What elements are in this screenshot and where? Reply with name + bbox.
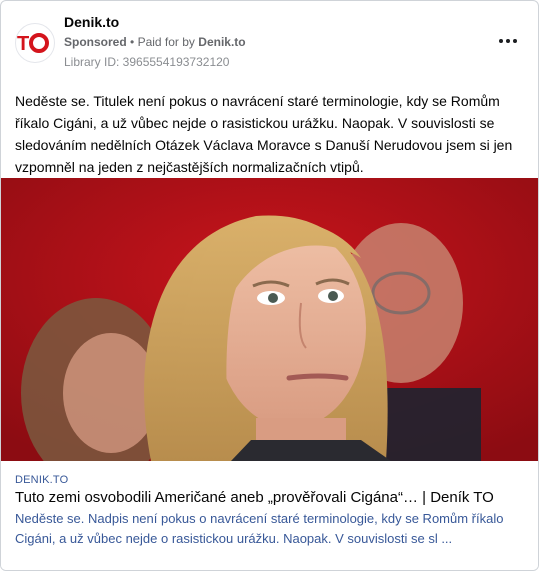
library-id: Library ID: 3965554193732120 <box>64 55 230 69</box>
ad-card: T Denik.to Sponsored • Paid for by Denik… <box>0 0 539 571</box>
link-description[interactable]: Neděste se. Nadpis není pokus o navrácen… <box>15 509 527 549</box>
paid-for-prefix: Paid for by <box>137 35 195 49</box>
separator-dot: • <box>130 35 135 49</box>
more-horizontal-icon <box>499 39 503 43</box>
page-avatar[interactable]: T <box>15 23 55 63</box>
link-preview[interactable]: DENIK.TO Tuto zemi osvobodili Američané … <box>1 461 538 570</box>
sponsored-line: Sponsored • Paid for by Denik.to <box>64 35 246 49</box>
post-body-text: Neděste se. Titulek není pokus o navráce… <box>15 93 513 175</box>
woman-portrait-photo <box>1 178 538 461</box>
paid-for-by-link[interactable]: Denik.to <box>198 35 245 49</box>
link-title[interactable]: Tuto zemi osvobodili Američané aneb „pro… <box>15 489 530 506</box>
link-domain: DENIK.TO <box>15 474 69 486</box>
svg-text:T: T <box>17 33 29 55</box>
ad-header: T Denik.to Sponsored • Paid for by Denik… <box>1 1 538 81</box>
ad-image[interactable] <box>1 178 538 461</box>
more-options-button[interactable] <box>496 31 520 51</box>
page-name[interactable]: Denik.to <box>64 14 119 30</box>
denik-to-logo-icon: T <box>17 33 49 55</box>
sponsored-label: Sponsored <box>64 35 127 49</box>
